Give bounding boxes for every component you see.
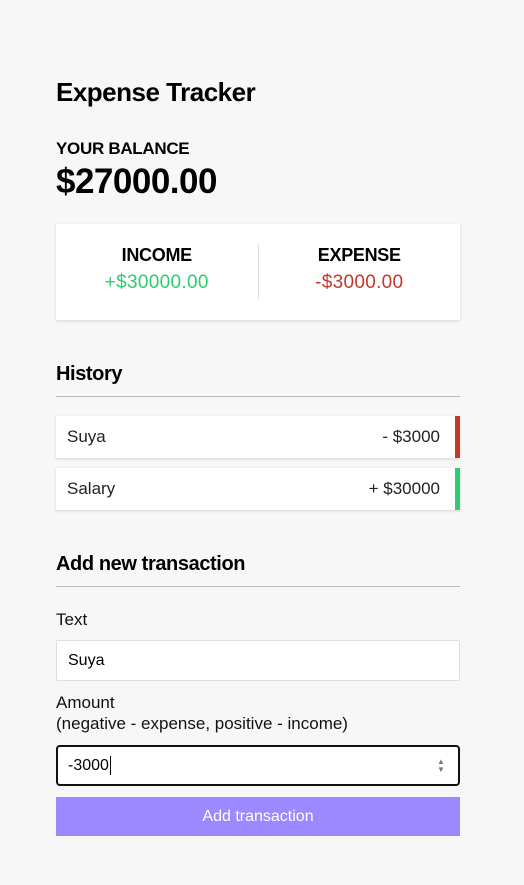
text-field-label: Text — [56, 610, 88, 629]
text-input-value: Suya — [68, 651, 105, 669]
history-title: History — [56, 361, 460, 397]
history-item-amount: + $30000 — [368, 479, 440, 498]
balance-value: $27000.00 — [56, 162, 217, 201]
income-value: +$30000.00 — [104, 272, 209, 293]
add-transaction-button[interactable]: Add transaction — [56, 797, 460, 836]
amount-hint: (negative - expense, positive - income) — [56, 714, 348, 733]
history-item-text: Salary — [67, 479, 116, 498]
history-item-salary[interactable]: Salary + $30000 — [56, 468, 460, 510]
amount-label-text: Amount — [56, 693, 115, 712]
app-title: Expense Tracker — [56, 77, 256, 107]
history-item-suya[interactable]: Suya - $3000 — [56, 416, 460, 458]
income-label: INCOME — [121, 245, 193, 265]
number-spinner-icon[interactable]: ▲ ▼ — [436, 758, 446, 774]
expense-value: -$3000.00 — [315, 272, 404, 293]
income-expense-summary: INCOME +$30000.00 EXPENSE -$3000.00 — [56, 224, 460, 320]
history-list: Suya - $3000 Salary + $30000 — [56, 416, 460, 520]
text-input[interactable]: Suya — [56, 640, 460, 681]
history-item-text: Suya — [67, 427, 106, 446]
amount-input-value: -3000 — [68, 756, 109, 774]
history-item-amount: - $3000 — [382, 427, 440, 446]
text-caret — [109, 756, 111, 775]
expense-label: EXPENSE — [317, 245, 401, 265]
income-column: INCOME +$30000.00 — [56, 224, 258, 320]
balance-label: YOUR BALANCE — [56, 139, 190, 158]
amount-field-label: Amount (negative - expense, positive - i… — [56, 692, 348, 734]
add-transaction-title: Add new transaction — [56, 551, 460, 587]
expense-column: EXPENSE -$3000.00 — [259, 224, 461, 320]
amount-input[interactable]: -3000 ▲ ▼ — [56, 745, 460, 786]
